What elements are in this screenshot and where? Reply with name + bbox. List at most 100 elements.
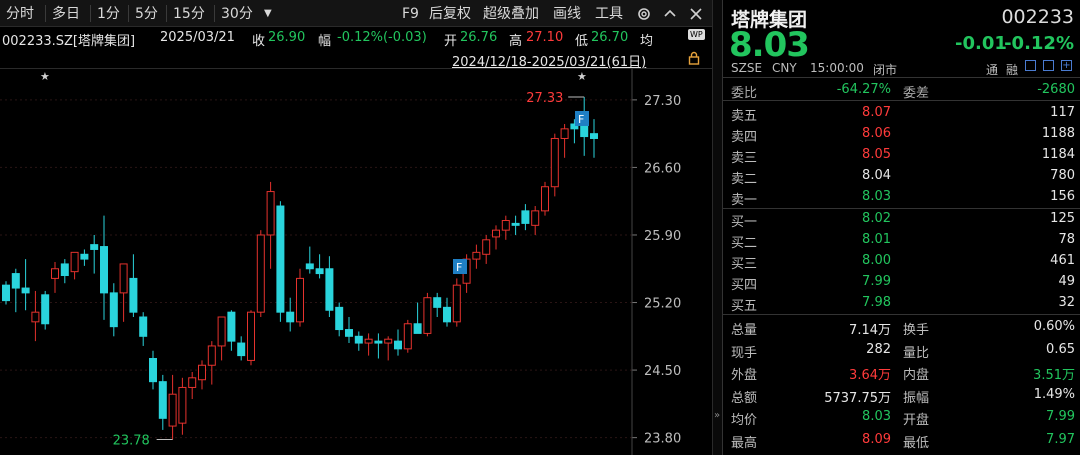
candle-body (51, 268, 59, 279)
tab-30min[interactable]: 30分 (221, 4, 253, 24)
stat-value: 3.64万 (849, 368, 891, 383)
bid-level-row[interactable]: 买三 8.00 461 (723, 251, 1080, 272)
ask-level-label: 卖一 (731, 193, 758, 208)
candlestick-chart[interactable]: 27.30 26.60 25.90 25.20 24.50 23.80 27.33 23.78… (0, 69, 712, 455)
candle-body (443, 306, 451, 323)
stat-row[interactable]: 最高 8.09 最低 7.97 (723, 430, 1080, 451)
bid-level-row[interactable]: 买二 8.01 78 (723, 230, 1080, 251)
close-icon[interactable] (690, 4, 702, 24)
bid-level-label: 买三 (731, 257, 758, 272)
toolbar-divider (128, 5, 129, 22)
candle-body (550, 137, 559, 188)
lock-icon[interactable] (688, 51, 700, 69)
candle-body (21, 287, 30, 294)
candle-body (139, 316, 148, 337)
candle-body (168, 393, 177, 427)
y-tick-label: 24.50 (644, 364, 681, 379)
bid-price: 8.00 (862, 253, 891, 268)
tab-1min[interactable]: 1分 (97, 4, 120, 24)
stat-label: 外盘 (731, 368, 758, 383)
candle-body (315, 268, 324, 275)
bid-price: 8.01 (862, 232, 891, 247)
y-tick-label: 25.20 (644, 297, 681, 312)
candle-body (452, 284, 461, 323)
stat-label: 总量 (731, 323, 758, 338)
candle-body (119, 263, 128, 294)
stock-code-label: 002233.SZ[塔牌集团] (2, 34, 136, 49)
stat-label: 最低 (903, 435, 930, 451)
gear-icon[interactable] (636, 4, 652, 24)
candle-body (345, 329, 353, 337)
window-icon[interactable] (1043, 60, 1054, 71)
panel-splitter[interactable]: » (712, 0, 722, 455)
bid-level-label: 买一 (731, 215, 758, 230)
bid-level-row[interactable]: 买四 7.99 49 (723, 272, 1080, 293)
wp-badge[interactable]: WP (688, 29, 705, 40)
candle-body (423, 297, 432, 334)
candle-body (158, 381, 167, 419)
stat-row[interactable]: 均价 8.03 开盘 7.99 (723, 407, 1080, 428)
ask-level-row[interactable]: 卖四 8.06 1188 (723, 124, 1080, 145)
toolbar-divider (214, 5, 215, 22)
bid-level-row[interactable]: 买五 7.98 32 (723, 293, 1080, 314)
stat-row[interactable]: 总量 7.14万 换手 0.60% (723, 317, 1080, 338)
stat-value: 282 (866, 341, 891, 357)
stat-label: 量比 (903, 345, 930, 361)
avg-label: 均 (640, 34, 654, 49)
high-value: 27.10 (526, 30, 564, 45)
tab-multi-day[interactable]: 多日 (52, 4, 80, 24)
candle-body (100, 246, 108, 294)
candle-body (266, 191, 275, 236)
chevron-up-icon[interactable] (663, 4, 677, 24)
bid-price: 7.99 (862, 274, 891, 289)
stat-row[interactable]: 现手 282 量比 0.65 (723, 340, 1080, 361)
ask-level-row[interactable]: 卖二 8.04 780 (723, 166, 1080, 187)
tools-button[interactable]: 工具 (595, 4, 623, 24)
date-range-label[interactable]: 2024/12/18-2025/03/21(61日) (452, 51, 646, 70)
low-value: 26.70 (591, 30, 629, 45)
candle-body (305, 263, 314, 270)
bid-level-row[interactable]: 买一 8.02 125 (723, 209, 1080, 230)
chart-toolbar: 分时 多日 1分 5分 15分 30分 ▼ F9 后复权 超级叠加 画线 工具 (0, 0, 712, 27)
add-icon[interactable]: + (1061, 60, 1072, 71)
ask-level-row[interactable]: 卖一 8.03 156 (723, 187, 1080, 208)
ask-level-label: 卖三 (731, 151, 758, 166)
candle-body (70, 251, 79, 273)
stat-value: 8.09 (862, 431, 891, 447)
candle-body (482, 239, 491, 255)
bid-volume: 32 (1058, 295, 1075, 310)
tab-intraday[interactable]: 分时 (6, 4, 34, 24)
candle-body (178, 386, 187, 424)
edit-icon[interactable] (1025, 60, 1036, 71)
tab-15min[interactable]: 15分 (173, 4, 205, 24)
divider (723, 314, 1080, 315)
ask-level-label: 卖四 (731, 130, 758, 145)
candle-body (335, 306, 344, 331)
candle-body (129, 277, 138, 313)
ratio-value: -64.27% (836, 82, 891, 97)
caret-down-icon[interactable]: ▼ (264, 4, 272, 24)
candle-body (384, 338, 393, 344)
tab-5min[interactable]: 5分 (135, 4, 158, 24)
ask-level-row[interactable]: 卖三 8.05 1184 (723, 145, 1080, 166)
expand-arrow-icon[interactable]: » (714, 410, 720, 421)
stat-row[interactable]: 总额 5737.75万 振幅 1.49% (723, 385, 1080, 406)
draw-line-button[interactable]: 画线 (553, 4, 581, 24)
stat-value: 1.49% (1033, 386, 1075, 402)
stat-value: 7.97 (1046, 431, 1075, 447)
change-value: -0.12%(-0.03) (337, 30, 427, 45)
super-overlay-button[interactable]: 超级叠加 (483, 4, 539, 24)
currency-label: CNY (772, 61, 797, 75)
toolbar-divider (166, 5, 167, 22)
ask-level-row[interactable]: 卖五 8.07 117 (723, 103, 1080, 124)
stat-label: 开盘 (903, 413, 930, 428)
f9-button[interactable]: F9 (402, 4, 419, 24)
stat-row[interactable]: 外盘 3.64万 内盘 3.51万 (723, 362, 1080, 383)
candle-body (256, 234, 265, 313)
event-f-label: F (456, 261, 462, 274)
stat-value: 7.99 (1046, 409, 1075, 424)
ask-level-label: 卖二 (731, 172, 758, 187)
margin-badge: 融 (1006, 63, 1019, 77)
candle-body (237, 342, 246, 357)
adjust-rights-button[interactable]: 后复权 (429, 4, 471, 24)
